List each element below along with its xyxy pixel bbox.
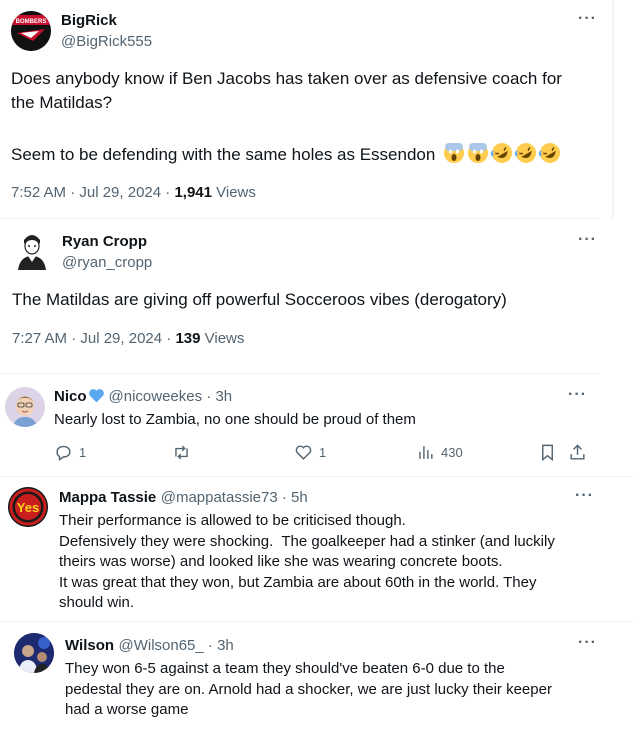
like-icon bbox=[295, 445, 312, 460]
divider bbox=[0, 621, 634, 622]
svg-text:Yes: Yes bbox=[17, 500, 39, 515]
author-handle[interactable]: @BigRick555 bbox=[61, 33, 152, 50]
timestamp[interactable]: 7:52 AM · Jul 29, 2024 · bbox=[11, 184, 174, 201]
reply-button[interactable]: 1 bbox=[54, 443, 86, 462]
photo-portrait bbox=[14, 633, 54, 673]
author-name[interactable]: Ryan Cropp bbox=[62, 233, 147, 250]
views-count: 1,941 bbox=[174, 184, 212, 201]
reply-text-line: had a worse game bbox=[65, 701, 189, 718]
scream-emoji-icon bbox=[468, 143, 489, 163]
divider bbox=[0, 373, 600, 374]
tweet-text-segment: Seem to be defending with the same holes… bbox=[11, 145, 436, 164]
reply-count: 1 bbox=[79, 445, 87, 460]
reply-text-line: Their performance is allowed to be criti… bbox=[59, 512, 406, 529]
divider bbox=[0, 476, 634, 477]
author-handle[interactable]: @ryan_cropp bbox=[62, 254, 152, 271]
svg-text:BOMBERS: BOMBERS bbox=[16, 19, 47, 25]
bookmark-icon bbox=[542, 444, 553, 462]
reply-text-line: should win. bbox=[59, 594, 135, 611]
more-icon[interactable]: ··· bbox=[578, 231, 597, 249]
tweet-text: The Matildas are giving off powerful Soc… bbox=[12, 290, 507, 309]
scream-emoji-icon bbox=[444, 143, 465, 163]
reply-text-line: They won 6-5 against a team they should'… bbox=[65, 660, 505, 677]
rofl-emoji-icon bbox=[515, 143, 537, 163]
author-handle[interactable]: @nicoweekes · 3h bbox=[109, 388, 233, 405]
tweet-text-line: Seem to be defending with the same holes… bbox=[11, 142, 563, 167]
reply-header: Mappa Tassie @mappatassie73 · 5h bbox=[59, 489, 308, 507]
bombers-logo: BOMBERS bbox=[11, 11, 51, 51]
reply-text-line: theirs was worse) and looked like she wa… bbox=[59, 553, 503, 570]
divider bbox=[0, 218, 600, 219]
like-count: 1 bbox=[319, 445, 327, 460]
tweet-meta: 7:27 AM · Jul 29, 2024 · 139 Views bbox=[12, 330, 244, 347]
share-button[interactable] bbox=[568, 443, 587, 462]
views-count: 430 bbox=[441, 445, 463, 460]
author-name[interactable]: BigRick bbox=[61, 12, 117, 29]
action-bar: 1 1 430 bbox=[54, 443, 590, 463]
reply-text-line: pedestal they are on. Arnold had a shock… bbox=[65, 681, 552, 698]
bookmark-button[interactable] bbox=[538, 443, 557, 462]
reply-text: Nearly lost to Zambia, no one should be … bbox=[54, 411, 416, 428]
retweet-icon bbox=[175, 445, 188, 460]
retweet-button[interactable] bbox=[172, 443, 197, 462]
author-handle[interactable]: @Wilson65_ · 3h bbox=[118, 637, 233, 654]
rofl-emoji-icon bbox=[491, 143, 513, 163]
author-name[interactable]: Nico bbox=[54, 388, 87, 405]
author-handle[interactable]: @mappatassie73 · 5h bbox=[161, 489, 308, 506]
views-icon bbox=[419, 446, 433, 459]
blue-heart-icon bbox=[88, 389, 104, 403]
author-name[interactable]: Wilson bbox=[65, 637, 114, 654]
tweet-text-line: Does anybody know if Ben Jacobs has take… bbox=[11, 69, 562, 88]
tweet-text-line: the Matildas? bbox=[11, 93, 113, 112]
tweet-meta: 7:52 AM · Jul 29, 2024 · 1,941 Views bbox=[11, 184, 256, 201]
like-button[interactable]: 1 bbox=[294, 443, 326, 462]
views-button[interactable]: 430 bbox=[416, 443, 463, 462]
views-count: 139 bbox=[175, 330, 201, 347]
cartoon-portrait bbox=[5, 387, 45, 427]
share-icon bbox=[570, 444, 585, 460]
views-label: Views bbox=[211, 184, 256, 201]
timestamp[interactable]: 7:27 AM · Jul 29, 2024 · bbox=[12, 330, 175, 347]
avatar-nico[interactable] bbox=[5, 387, 45, 427]
more-icon[interactable]: ··· bbox=[568, 386, 587, 404]
reply-icon bbox=[56, 445, 71, 461]
sketch-portrait bbox=[18, 235, 46, 270]
avatar-ryan-cropp[interactable] bbox=[12, 230, 52, 270]
avatar-bigrick[interactable]: BOMBERS bbox=[11, 11, 51, 51]
rofl-emoji-icon bbox=[539, 143, 561, 163]
more-icon[interactable]: ··· bbox=[575, 487, 594, 505]
author-name[interactable]: Mappa Tassie bbox=[59, 489, 156, 506]
more-icon[interactable]: ··· bbox=[578, 10, 597, 28]
reply-text-line: Defensively they were shocking. The goal… bbox=[59, 533, 555, 550]
avatar-mappa-tassie[interactable]: Yes bbox=[8, 487, 48, 527]
yes-badge-logo: Yes bbox=[8, 487, 48, 527]
emoji-group bbox=[443, 143, 563, 164]
reply-header: Wilson @Wilson65_ · 3h bbox=[65, 637, 234, 655]
reply-header: Nico @nicoweekes · 3h bbox=[54, 388, 232, 406]
reply-text-line: It was great that they won, but Zambia a… bbox=[59, 574, 537, 591]
scroll-edge bbox=[612, 0, 614, 218]
avatar-wilson[interactable] bbox=[14, 633, 54, 673]
views-label: Views bbox=[200, 330, 245, 347]
more-icon[interactable]: ··· bbox=[578, 634, 597, 652]
